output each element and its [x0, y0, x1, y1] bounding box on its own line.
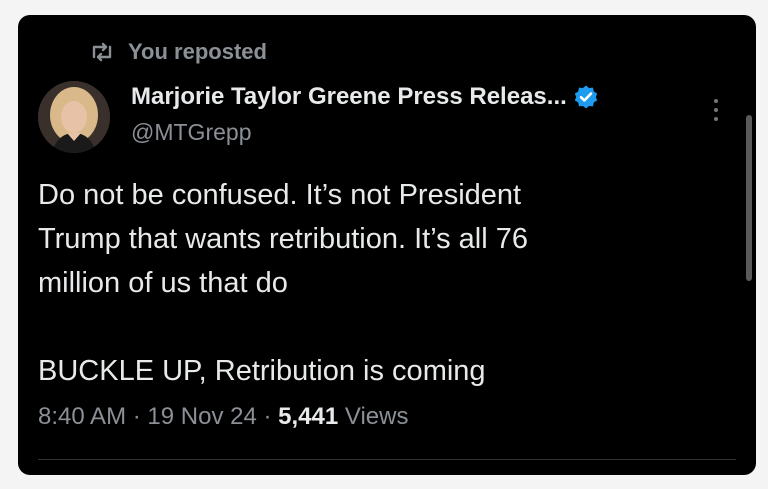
meta-separator: · — [263, 403, 272, 430]
tweet-card: You reposted Marjorie Taylor Greene Pres… — [18, 15, 756, 475]
meta-separator: · — [132, 403, 141, 430]
repost-icon — [90, 41, 114, 63]
views-count: 5,441 — [278, 403, 339, 430]
tweet-date[interactable]: 19 Nov 24 — [147, 403, 256, 430]
repost-indicator[interactable]: You reposted — [90, 39, 267, 65]
author-handle[interactable]: @MTGrepp — [131, 119, 251, 146]
more-options-icon[interactable] — [712, 99, 720, 125]
divider — [38, 459, 736, 460]
tweet-line: BUCKLE UP, Retribution is coming — [38, 355, 486, 387]
tweet-line: Do not be confused. It’s not President — [38, 179, 522, 211]
repost-label: You reposted — [128, 39, 267, 64]
views-label: Views — [344, 403, 409, 430]
tweet-time[interactable]: 8:40 AM — [38, 403, 126, 430]
tweet-meta: 8:40 AM · 19 Nov 24 · 5,441 Views — [38, 403, 408, 431]
scrollbar[interactable] — [746, 115, 752, 281]
tweet-line: million of us that do — [38, 267, 288, 299]
tweet-line: Trump that wants retribution. It’s all 7… — [38, 223, 528, 255]
author-name[interactable]: Marjorie Taylor Greene Press Releas... — [131, 83, 599, 111]
avatar[interactable] — [38, 81, 110, 153]
tweet-text: Do not be confused. It’s not President T… — [38, 173, 718, 393]
author-name-text: Marjorie Taylor Greene Press Releas... — [131, 83, 567, 110]
verified-badge-icon — [573, 84, 599, 110]
